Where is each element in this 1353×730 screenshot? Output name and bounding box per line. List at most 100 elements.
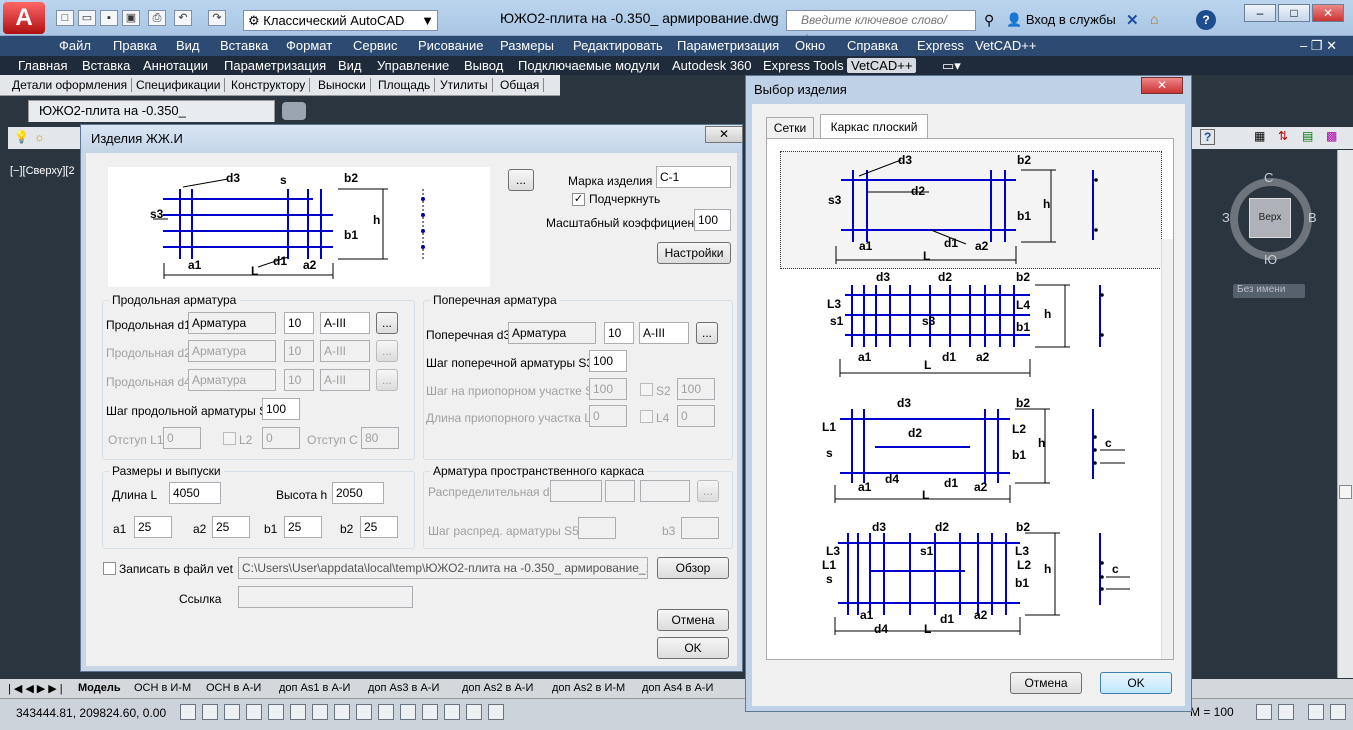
3dosnap-icon[interactable] xyxy=(312,704,328,720)
polar-icon[interactable] xyxy=(268,704,284,720)
annotation-scale[interactable]: M = 100 xyxy=(1190,705,1234,719)
snap-icon[interactable] xyxy=(202,704,218,720)
sun-icon[interactable]: ☼ xyxy=(34,130,45,144)
exchange-icon[interactable]: ✕ xyxy=(1126,11,1139,29)
new-tab-button[interactable] xyxy=(282,102,306,120)
open-file-icon[interactable]: ▭ xyxy=(78,10,96,26)
ribbon-tab-manage[interactable]: Управление xyxy=(377,58,449,73)
prod-step-input[interactable]: 100 xyxy=(262,398,300,420)
vertical-scrollbar[interactable] xyxy=(1337,150,1353,678)
print-icon[interactable]: ⎙ xyxy=(148,10,166,26)
prod-d2-diameter[interactable]: 10 xyxy=(284,340,314,362)
b1-input[interactable]: 25 xyxy=(284,516,322,538)
prod-d4-browse-button[interactable]: ... xyxy=(376,369,398,391)
layout-tab[interactable]: доп As2 в А-И xyxy=(462,682,533,694)
browse-button[interactable]: Обзор xyxy=(657,557,729,579)
panel-area[interactable]: Площадь xyxy=(378,78,436,92)
menu-vetcad[interactable]: VetCAD++ xyxy=(975,38,1036,53)
minimize-button[interactable]: – xyxy=(1244,4,1276,22)
menu-view[interactable]: Вид xyxy=(176,38,200,53)
tab-setki[interactable]: Сетки xyxy=(766,117,814,139)
infer-constraints-icon[interactable] xyxy=(180,704,196,720)
panel-details[interactable]: Детали оформления xyxy=(12,78,133,92)
l4-checkbox[interactable] xyxy=(640,410,653,423)
d5-type[interactable] xyxy=(550,480,602,502)
ok-button[interactable]: OK xyxy=(657,637,729,659)
clean-screen-icon[interactable] xyxy=(1330,704,1346,720)
bulb-icon[interactable]: 💡 xyxy=(14,130,29,144)
s2-checkbox[interactable] xyxy=(640,383,653,396)
b3-input[interactable] xyxy=(681,517,719,539)
height-input[interactable]: 2050 xyxy=(332,482,384,504)
prod-d2-class[interactable]: A-III xyxy=(320,340,370,362)
layout-tab[interactable]: ОСН в А-И xyxy=(206,682,261,694)
menu-edit[interactable]: Правка xyxy=(113,38,157,53)
dyn-icon[interactable] xyxy=(378,704,394,720)
layout-tab[interactable]: ОСН в И-М xyxy=(134,682,191,694)
grid-mode-icon[interactable] xyxy=(224,704,240,720)
scale-input[interactable]: 100 xyxy=(694,209,731,231)
vybor-ok-button[interactable]: OK xyxy=(1100,672,1172,694)
write-file-checkbox[interactable] xyxy=(103,562,116,575)
coordinates-readout[interactable]: 343444.81, 209824.60, 0.00 xyxy=(16,706,166,720)
calculator-icon[interactable]: ▦ xyxy=(1254,129,1265,143)
save-as-icon[interactable]: ▣ xyxy=(122,10,140,26)
binoculars-icon[interactable]: ⚲ xyxy=(984,12,994,29)
panel-designer[interactable]: Конструктору xyxy=(231,78,311,92)
annomonitor-icon[interactable] xyxy=(488,704,504,720)
prod-d4-class[interactable]: A-III xyxy=(320,369,370,391)
otstup-c-input[interactable]: 80 xyxy=(361,427,399,449)
maximize-button[interactable]: □ xyxy=(1278,4,1310,22)
menu-draw[interactable]: Рисование xyxy=(418,38,483,53)
viewcube-south[interactable]: Ю xyxy=(1264,252,1277,267)
layout-tab[interactable]: доп As2 в И-М xyxy=(552,682,625,694)
karkas-option-1[interactable]: d3 d2 s3 b2 h b1 d1 a1 a2 L xyxy=(780,151,1162,269)
viewcube-west[interactable]: З xyxy=(1222,210,1230,225)
marka-input[interactable]: С-1 xyxy=(656,166,731,188)
l4-input[interactable]: 0 xyxy=(677,405,715,427)
prod-d1-browse-button[interactable]: ... xyxy=(376,312,398,334)
isolate-icon[interactable] xyxy=(1308,704,1324,720)
menu-file[interactable]: Файл xyxy=(59,38,91,53)
cancel-button[interactable]: Отмена xyxy=(657,609,729,631)
new-file-icon[interactable]: □ xyxy=(56,10,74,26)
a2-input[interactable]: 25 xyxy=(212,516,250,538)
document-tab[interactable]: ЮЖО2-плита на -0.350_ армирование* ✕ xyxy=(28,100,275,138)
a1-input[interactable]: 25 xyxy=(134,516,172,538)
ribbon-tab-annotate[interactable]: Аннотации xyxy=(143,58,208,73)
pop-d3-browse-button[interactable]: ... xyxy=(696,322,718,344)
dialog-izdeliya-title[interactable]: Изделия ЖЖ.И xyxy=(81,125,742,153)
lock-icon[interactable] xyxy=(1278,704,1294,720)
search-input[interactable]: Введите ключевое слово/фразу xyxy=(786,10,976,46)
ribbon-tab-vetcad[interactable]: VetCAD++ xyxy=(847,58,917,73)
layout-tab[interactable]: доп As4 в А-И xyxy=(642,682,713,694)
otstup-l1-input[interactable]: 0 xyxy=(163,427,201,449)
karkas-option-3[interactable]: d3 d2 b2 L1 L2 h c s b1 d4 d1 a1 a2 L xyxy=(780,395,1162,517)
pop-step-input[interactable]: 100 xyxy=(589,350,627,372)
ribbon-tab-addins[interactable]: Подключаемые модули xyxy=(518,58,660,73)
vybor-cancel-button[interactable]: Отмена xyxy=(1010,672,1082,694)
link-input[interactable] xyxy=(238,586,413,608)
grid-icon[interactable]: ▩ xyxy=(1326,129,1337,143)
prod-d4-diameter[interactable]: 10 xyxy=(284,369,314,391)
ucs-dropdown[interactable]: Без имени xyxy=(1233,284,1305,298)
workspace-select[interactable]: ⚙ Классический AutoCAD ▼ xyxy=(243,10,438,31)
layout-tab[interactable]: доп As3 в А-И xyxy=(368,682,439,694)
ducs-icon[interactable] xyxy=(356,704,372,720)
karkas-option-2[interactable]: d3 d2 b2 L3 L4 h s1 s3 b1 a1 d1 a2 L xyxy=(780,270,1162,393)
lineweight-icon[interactable] xyxy=(400,704,416,720)
selection-cycling-icon[interactable] xyxy=(466,704,482,720)
prod-d4-type[interactable]: Арматура xyxy=(188,369,276,391)
length-input[interactable]: 4050 xyxy=(169,482,221,504)
save-icon[interactable]: ▪ xyxy=(100,10,118,26)
options-scrollbar[interactable] xyxy=(1161,239,1173,659)
dialog-izdeliya-close-button[interactable]: ✕ xyxy=(705,126,743,143)
d5-class[interactable] xyxy=(640,480,690,502)
ribbon-tab-output[interactable]: Вывод xyxy=(464,58,503,73)
panel-specs[interactable]: Спецификации xyxy=(136,78,226,92)
ribbon-tab-express-tools[interactable]: Express Tools xyxy=(763,58,844,73)
autodesk-store-icon[interactable]: ⌂ xyxy=(1150,11,1158,27)
menu-parametric[interactable]: Параметризация xyxy=(677,38,779,53)
undo-icon[interactable]: ↶ xyxy=(174,10,192,26)
layout-tab[interactable]: доп As1 в А-И xyxy=(279,682,350,694)
